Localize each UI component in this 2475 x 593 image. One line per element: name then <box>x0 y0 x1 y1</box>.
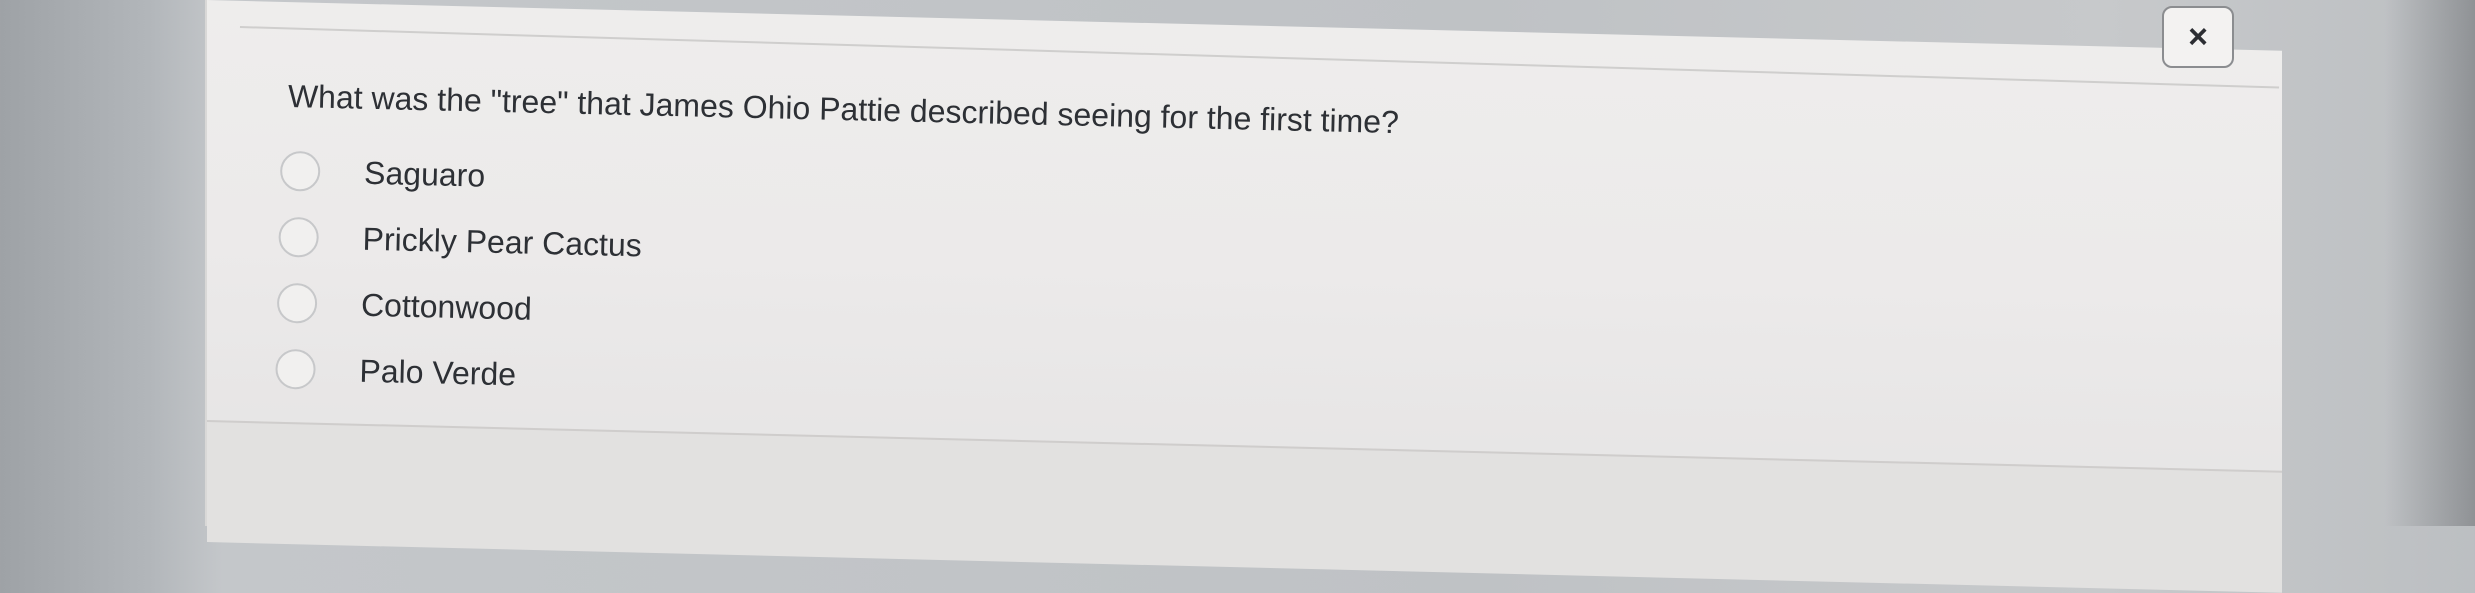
option-saguaro[interactable]: Saguaro <box>279 138 644 213</box>
option-label: Prickly Pear Cactus <box>362 220 643 263</box>
radio-button[interactable] <box>279 150 321 192</box>
radio-button[interactable] <box>278 216 320 258</box>
option-label: Palo Verde <box>359 352 517 392</box>
option-label: Cottonwood <box>360 286 533 327</box>
question-content: What was the "tree" that James Ohio Patt… <box>0 0 2475 577</box>
option-prickly-pear-cactus[interactable]: Prickly Pear Cactus <box>278 204 643 279</box>
option-cottonwood[interactable]: Cottonwood <box>276 270 641 345</box>
radio-button[interactable] <box>276 282 318 324</box>
question-text: What was the "tree" that James Ohio Patt… <box>287 77 1400 141</box>
answer-options: Saguaro Prickly Pear Cactus Cottonwood P… <box>275 138 644 410</box>
radio-button[interactable] <box>275 348 317 390</box>
option-label: Saguaro <box>363 154 486 194</box>
option-palo-verde[interactable]: Palo Verde <box>275 336 640 411</box>
